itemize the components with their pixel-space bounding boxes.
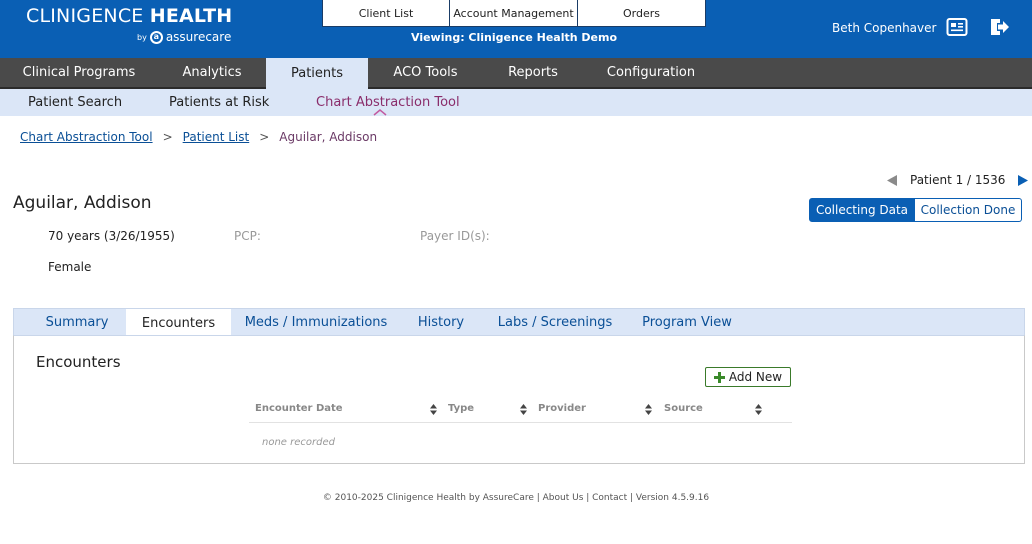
app-header: CLINIGENCE HEALTH by a assurecare Client… bbox=[0, 0, 1032, 58]
top-nav: Client List Account Management Orders bbox=[322, 0, 706, 27]
encounters-table: Encounter Date Type Provider Source none… bbox=[249, 396, 792, 448]
patient-payer-label: Payer ID(s): bbox=[420, 229, 490, 243]
tab-summary[interactable]: Summary bbox=[28, 309, 126, 336]
patient-name: Aguilar, Addison bbox=[13, 193, 152, 213]
patient-position: Patient 1 / 1536 bbox=[910, 173, 1006, 187]
sort-icon[interactable] bbox=[520, 404, 527, 415]
tab-labs-screenings[interactable]: Labs / Screenings bbox=[491, 309, 619, 336]
main-nav-reports[interactable]: Reports bbox=[483, 58, 583, 87]
tab-encounters[interactable]: Encounters bbox=[126, 309, 231, 337]
sub-nav-patients-at-risk[interactable]: Patients at Risk bbox=[169, 95, 269, 110]
breadcrumb-separator: > bbox=[259, 130, 270, 144]
sub-nav-chart-abstraction-tool[interactable]: Chart Abstraction Tool bbox=[316, 95, 460, 110]
sort-icon[interactable] bbox=[645, 404, 652, 415]
breadcrumb-chart-abstraction-tool[interactable]: Chart Abstraction Tool bbox=[20, 130, 153, 144]
col-type[interactable]: Type bbox=[448, 403, 474, 414]
main-nav-analytics[interactable]: Analytics bbox=[158, 58, 266, 87]
tab-history[interactable]: History bbox=[406, 309, 476, 336]
add-new-encounter-button[interactable]: Add New bbox=[705, 367, 791, 387]
encounters-empty-message: none recorded bbox=[262, 437, 335, 448]
patient-pager: Patient 1 / 1536 bbox=[886, 173, 1029, 187]
assurecare-logo-icon: a bbox=[149, 30, 163, 44]
sort-icon[interactable] bbox=[755, 404, 762, 415]
col-source[interactable]: Source bbox=[664, 403, 703, 414]
sign-out-icon[interactable] bbox=[988, 16, 1010, 38]
breadcrumb: Chart Abstraction Tool > Patient List > … bbox=[20, 130, 377, 144]
collection-status-toggle: Collecting Data Collection Done bbox=[809, 198, 1022, 222]
active-caret-icon bbox=[373, 109, 387, 116]
add-new-label: Add New bbox=[728, 370, 783, 384]
main-nav-patients[interactable]: Patients bbox=[266, 58, 368, 89]
main-nav-aco-tools[interactable]: ACO Tools bbox=[368, 58, 483, 87]
patient-age-dob: 70 years (3/26/1955) bbox=[48, 229, 175, 243]
user-name: Beth Copenhaver bbox=[832, 21, 937, 35]
breadcrumb-patient-list[interactable]: Patient List bbox=[183, 130, 250, 144]
patient-sex: Female bbox=[48, 260, 92, 274]
tab-meds-immunizations[interactable]: Meds / Immunizations bbox=[241, 309, 391, 336]
brand-logo[interactable]: CLINIGENCE HEALTH by a assurecare bbox=[26, 5, 233, 44]
col-encounter-date[interactable]: Encounter Date bbox=[255, 403, 343, 414]
brand-partner: by a assurecare bbox=[137, 30, 232, 44]
col-provider[interactable]: Provider bbox=[538, 403, 586, 414]
collecting-data-button[interactable]: Collecting Data bbox=[809, 198, 915, 222]
previous-patient-icon[interactable] bbox=[886, 174, 898, 187]
main-nav: Clinical Programs Analytics Patients ACO… bbox=[0, 58, 1032, 89]
id-card-icon[interactable] bbox=[946, 16, 968, 38]
main-nav-clinical-programs[interactable]: Clinical Programs bbox=[0, 58, 158, 87]
brand-wordmark: CLINIGENCE HEALTH bbox=[26, 5, 233, 27]
tab-program-view[interactable]: Program View bbox=[637, 309, 737, 336]
top-nav-client-list[interactable]: Client List bbox=[322, 0, 450, 27]
patient-pcp-label: PCP: bbox=[234, 229, 261, 243]
top-nav-orders[interactable]: Orders bbox=[578, 0, 706, 27]
breadcrumb-current: Aguilar, Addison bbox=[279, 130, 378, 144]
next-patient-icon[interactable] bbox=[1017, 174, 1029, 187]
page-footer: © 2010-2025 Clinigence Health by AssureC… bbox=[322, 493, 710, 503]
sub-nav-patient-search[interactable]: Patient Search bbox=[28, 95, 122, 110]
collection-done-button[interactable]: Collection Done bbox=[915, 198, 1022, 222]
encounters-table-header: Encounter Date Type Provider Source bbox=[249, 396, 792, 423]
breadcrumb-separator: > bbox=[162, 130, 173, 144]
sub-nav: Patient Search Patients at Risk Chart Ab… bbox=[0, 89, 1032, 116]
encounters-panel: Encounters Add New Encounter Date Type P… bbox=[13, 335, 1025, 464]
sort-icon[interactable] bbox=[430, 404, 437, 415]
main-nav-configuration[interactable]: Configuration bbox=[583, 58, 719, 87]
encounters-title: Encounters bbox=[36, 353, 121, 371]
patient-tabs: Summary Encounters Meds / Immunizations … bbox=[13, 308, 1025, 337]
viewing-client-label: Viewing: Clinigence Health Demo bbox=[411, 31, 617, 44]
top-nav-account-management[interactable]: Account Management bbox=[450, 0, 578, 27]
plus-icon bbox=[713, 371, 725, 383]
